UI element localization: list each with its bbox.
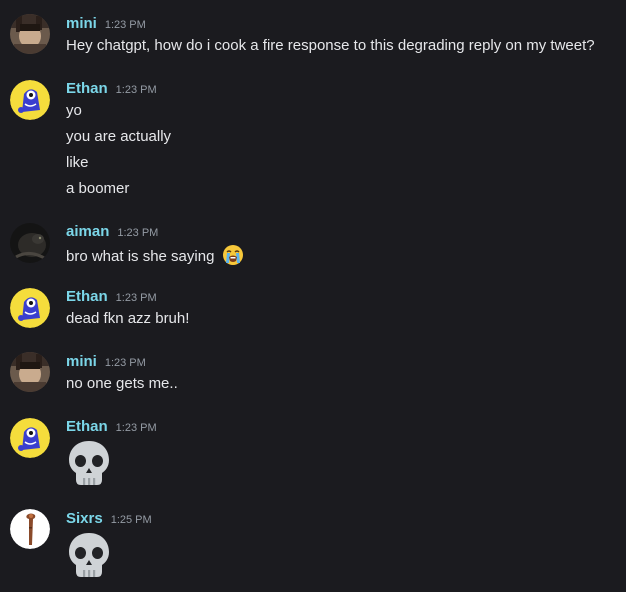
message-timestamp: 1:23 PM [104,19,146,31]
message-timestamp: 1:23 PM [115,422,157,434]
message-timestamp: 1:23 PM [117,227,159,239]
author-name[interactable]: Ethan [66,417,108,437]
author-name[interactable]: mini [66,352,97,372]
message-text-content: bro what is she saying [66,248,215,265]
message-text: Hey chatgpt, how do i cook a fire respon… [66,37,595,54]
message-timestamp: 1:23 PM [104,357,146,369]
message-text: no one gets me.. [66,375,178,392]
author-name[interactable]: Sixrs [66,509,103,529]
user-avatar[interactable] [10,80,50,120]
message-timestamp: 1:23 PM [115,292,157,304]
skull-icon [66,531,112,584]
message-text: a boomer [66,180,130,197]
chat-log: mini 1:23 PM Hey chatgpt, how do i cook … [0,0,626,592]
message-timestamp: 1:23 PM [115,84,157,96]
loudly-crying-face-icon [222,244,244,272]
author-name[interactable]: Ethan [66,79,108,99]
user-avatar[interactable] [10,509,50,549]
user-avatar[interactable] [10,14,50,54]
user-avatar[interactable] [10,288,50,328]
author-name[interactable]: aiman [66,222,109,242]
message-text: bro what is she saying [66,244,244,272]
message-text: you are actually [66,128,172,145]
user-avatar[interactable] [10,418,50,458]
author-name[interactable]: mini [66,14,97,34]
message-timestamp: 1:25 PM [110,514,152,526]
user-avatar[interactable] [10,352,50,392]
message-text: dead fkn azz bruh! [66,310,190,327]
message-text: like [66,154,89,171]
user-avatar[interactable] [10,223,50,263]
author-name[interactable]: Ethan [66,287,108,307]
skull-icon [66,439,112,492]
message-text: yo [66,102,82,119]
